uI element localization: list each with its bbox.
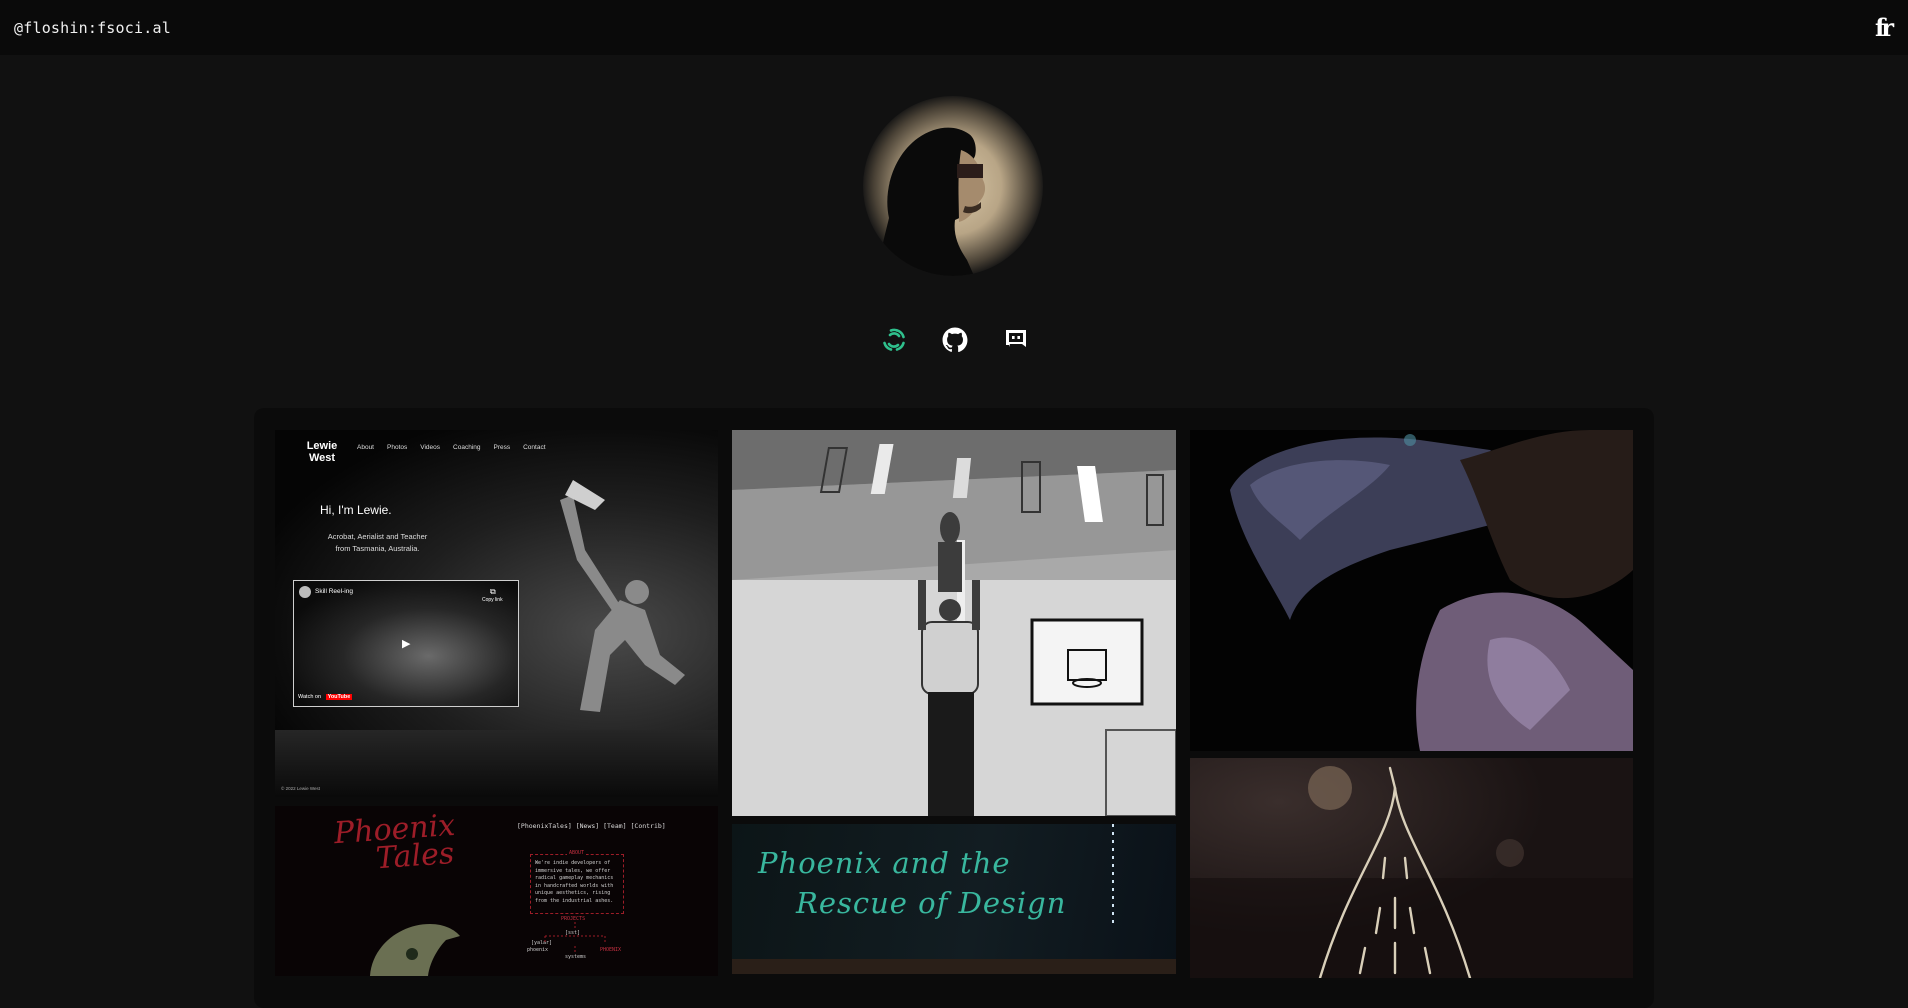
gallery-item-phoenix-tales-site[interactable]: Phoenix Tales [PhoenixTales] [News] [Tea… xyxy=(275,806,718,976)
brand-line-1: Lewie xyxy=(306,440,338,452)
about-line: from the industrial ashes. xyxy=(535,897,614,904)
title-line-1: Phoenix and the xyxy=(758,846,1011,880)
nav-coaching[interactable]: Coaching xyxy=(453,444,480,451)
gym-photo xyxy=(732,430,1176,816)
copy-icon[interactable]: ⧉ xyxy=(490,587,496,597)
element-matrix-link[interactable] xyxy=(880,326,908,354)
youtube-logo-icon: YouTube xyxy=(325,694,353,700)
phoenix-tales-logo: Phoenix Tales xyxy=(333,808,458,877)
discord-link[interactable] xyxy=(1002,326,1030,354)
gallery-item-lewie-west[interactable]: Lewie West About Photos Videos Coaching … xyxy=(275,430,718,797)
top-bar: @floshin:fsoci.al fr xyxy=(0,0,1908,55)
site-footer: © 2022 Lewie West xyxy=(281,786,321,791)
nav-contact[interactable]: Contact xyxy=(523,444,545,451)
about-line: radical gameplay mechanics xyxy=(535,875,614,882)
discord-icon xyxy=(1006,330,1026,347)
title-line-2: Rescue of Design xyxy=(796,886,1067,920)
brand-line-2: West xyxy=(308,452,336,464)
nav-press[interactable]: Press xyxy=(493,444,510,451)
copy-link-label: Copy link xyxy=(482,597,503,603)
fr-logo-icon[interactable]: fr xyxy=(1875,15,1894,40)
gallery-item-bird-sculpture[interactable] xyxy=(1190,430,1633,751)
social-links xyxy=(880,326,1030,354)
profile-avatar xyxy=(863,96,1043,276)
bird-sculpture-photo xyxy=(1190,430,1633,751)
brand-logo[interactable]: Lewie West xyxy=(297,440,347,464)
nav-videos[interactable]: Videos xyxy=(420,444,440,451)
gallery-item-gym-acrobats[interactable] xyxy=(732,430,1176,816)
play-icon[interactable]: ▶ xyxy=(402,637,410,650)
gallery-item-drawn-sculpture[interactable] xyxy=(1190,758,1633,978)
stage-floor xyxy=(275,730,718,797)
about-line: immersive tales, we offer xyxy=(535,867,611,874)
github-icon xyxy=(942,327,968,353)
subtitle: Acrobat, Aerialist and Teacher from Tasm… xyxy=(320,531,435,555)
about-line: We're indie developers of xyxy=(535,860,611,866)
bird-head-icon xyxy=(370,924,460,976)
about-heading: ABOUT xyxy=(567,850,587,856)
acrobat-photo xyxy=(560,480,685,712)
nav-about[interactable]: About xyxy=(357,444,374,451)
about-line: in handcrafted worlds with xyxy=(535,882,614,889)
channel-avatar xyxy=(299,586,311,598)
subtitle-line-1: Acrobat, Aerialist and Teacher xyxy=(327,532,428,541)
about-box: ABOUT We're indie developers of immersiv… xyxy=(530,850,624,914)
watch-on-youtube[interactable]: Watch on YouTube xyxy=(298,694,353,700)
light-streak xyxy=(1112,824,1114,924)
site-nav: About Photos Videos Coaching Press Conta… xyxy=(357,444,546,451)
project-tree-lines xyxy=(544,922,606,952)
video-embed[interactable]: Skill Reel-ing ⧉ Copy link ▶ Watch on Yo… xyxy=(293,580,519,707)
hooded-figure-icon xyxy=(880,127,986,276)
user-handle-link[interactable]: @floshin:fsoci.al xyxy=(14,19,171,37)
headline: Hi, I'm Lewie. xyxy=(320,503,392,517)
subtitle-line-2: from Tasmania, Australia. xyxy=(335,544,420,553)
gallery-item-rescue-of-design[interactable]: Phoenix and the Rescue of Design xyxy=(732,824,1176,974)
github-link[interactable] xyxy=(941,326,969,354)
about-text: We're indie developers of immersive tale… xyxy=(535,860,613,906)
site-menu[interactable]: [PhoenixTales] [News] [Team] [Contrib] xyxy=(517,822,666,830)
video-title: Skill Reel-ing xyxy=(315,588,353,595)
floor-strip xyxy=(732,959,1176,974)
watch-on-label: Watch on xyxy=(298,694,322,700)
drawing-photo xyxy=(1190,758,1633,978)
element-matrix-icon xyxy=(883,328,905,351)
logo-line-2: Tales xyxy=(374,835,456,877)
about-line: unique aesthetics, rising xyxy=(535,890,611,897)
nav-photos[interactable]: Photos xyxy=(387,444,407,451)
